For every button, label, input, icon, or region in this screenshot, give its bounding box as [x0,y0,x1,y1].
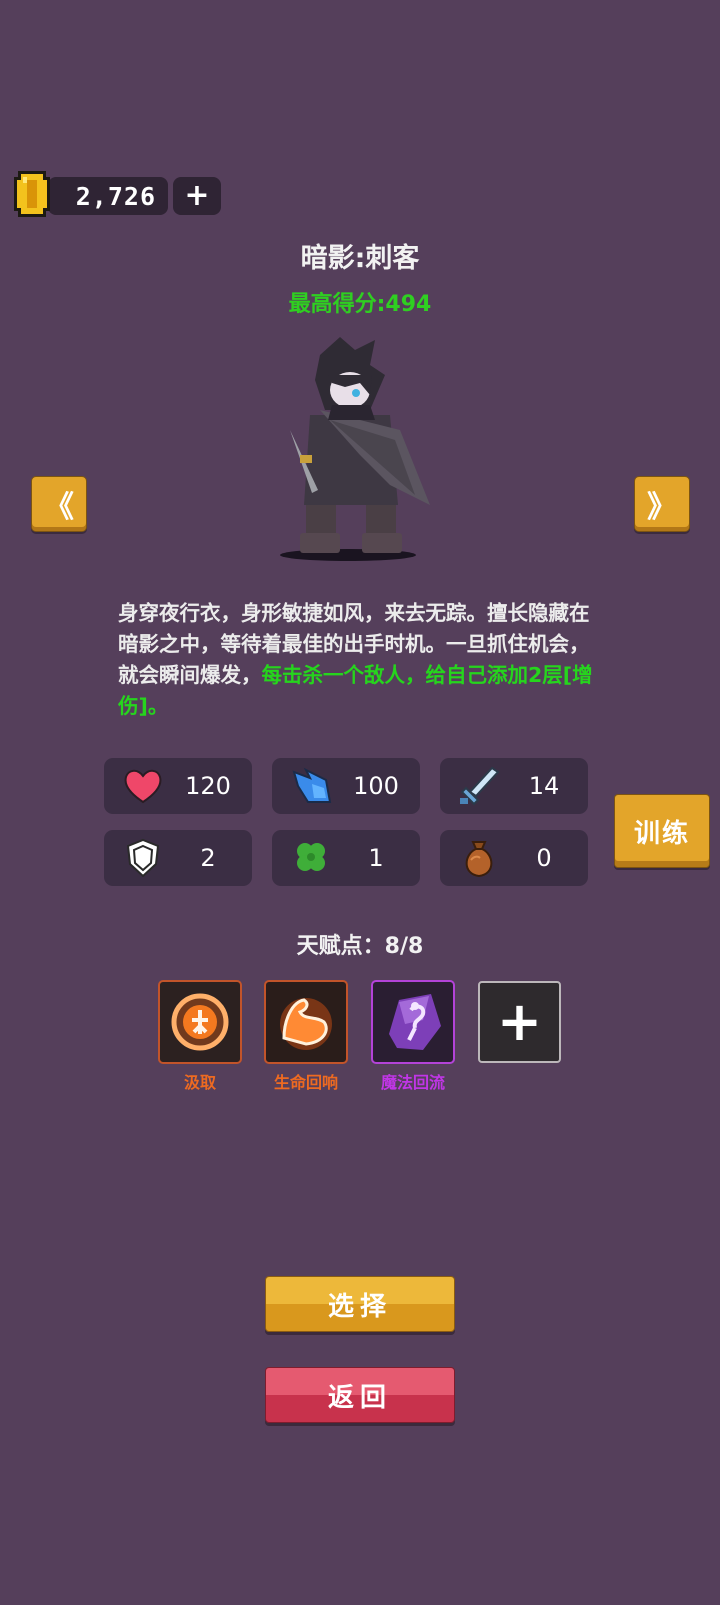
stat-luck: 1 [272,830,420,886]
add-coins-button[interactable]: + [173,177,221,215]
stat-speed: 100 [272,758,420,814]
chevron-left-icon: 《 [44,490,74,525]
skill-life-echo-icon[interactable] [264,980,348,1064]
add-talent-button[interactable]: + [478,981,561,1063]
train-button[interactable]: 训练 [614,794,710,868]
hero-description: 身穿夜行衣，身形敏捷如风，来去无踪。擅长隐藏在暗影之中，等待着最佳的出手时机。一… [118,601,593,718]
coin-count: 2,726 [75,181,156,211]
stat-attack: 14 [440,758,588,814]
skill-mana-flow-name: 魔法回流 [380,1073,445,1092]
stat-gold: 0 [440,830,588,886]
stat-health: 120 [104,758,252,814]
skill-drain-name: 汲取 [183,1073,216,1092]
shield-icon [126,838,160,878]
sword-icon [460,766,500,806]
speed-icon [292,767,332,803]
chevron-right-icon: 》 [647,490,677,525]
prev-hero-button[interactable]: 《 [31,476,87,532]
best-score: 最高得分:494 [288,292,432,317]
plus-icon: + [496,990,543,1053]
back-button[interactable]: 返回 [265,1367,455,1423]
next-hero-button[interactable]: 》 [634,476,690,532]
assassin-hero-sprite [280,337,430,561]
heart-icon [124,769,162,804]
gold-coin-icon [14,171,50,217]
clover-icon [297,843,325,871]
skill-life-echo-name: 生命回响 [273,1073,338,1092]
select-button[interactable]: 选择 [265,1276,455,1332]
hero-title: 暗影:刺客 [300,243,420,274]
stat-defense: 2 [104,830,252,886]
coin-balance: 2,726 [48,177,168,215]
skill-drain-icon[interactable] [158,980,242,1064]
money-bag-icon [465,841,493,878]
skill-mana-flow-icon[interactable] [371,980,455,1064]
talent-points: 天赋点：8/8 [296,934,424,959]
